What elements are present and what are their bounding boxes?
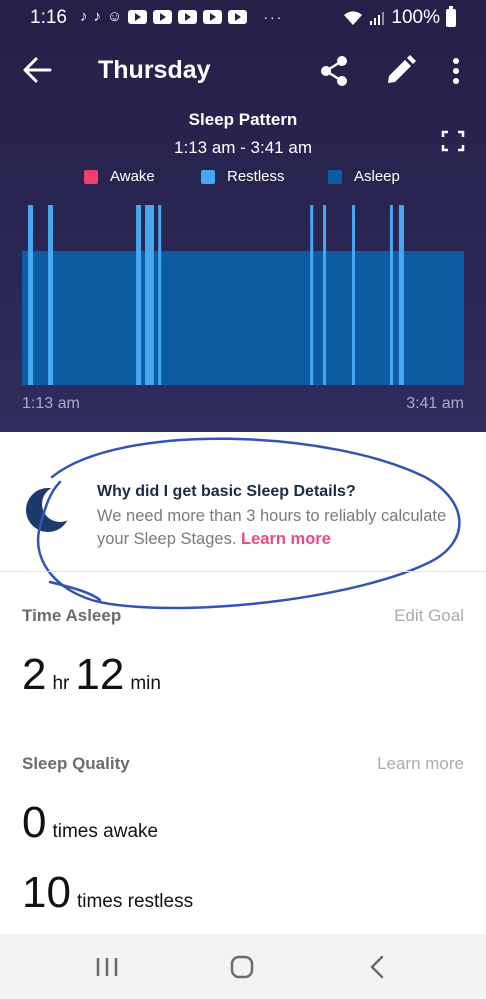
legend-item-restless: Restless <box>201 168 285 185</box>
restless-segment <box>27 205 34 385</box>
awake-label: times awake <box>52 821 159 842</box>
restless-segment <box>323 205 327 385</box>
sleep-quality-label: Sleep Quality <box>22 754 130 773</box>
sleep-header-panel: 1:16 ♪ ♪ ☺ ··· 100% Thursday Sleep Patte… <box>0 0 486 432</box>
notice-heading: Why did I get basic Sleep Details? <box>97 483 356 500</box>
restless-segment <box>158 205 162 385</box>
tiktok-icon: ♪ <box>80 8 88 25</box>
system-nav-bar <box>0 934 486 999</box>
fullscreen-icon[interactable] <box>441 130 465 152</box>
minutes-value: 12 <box>75 650 125 699</box>
sleep-quality-learn-more-link[interactable]: Learn more <box>377 754 464 774</box>
restless-segment <box>136 205 142 385</box>
signal-icon <box>370 12 385 25</box>
time-asleep-label: Time Asleep <box>22 606 122 625</box>
legend-item-awake: Awake <box>84 168 155 185</box>
home-icon[interactable] <box>225 952 259 982</box>
legend-label: Restless <box>227 168 285 185</box>
app-bar: Thursday <box>0 45 486 97</box>
hours-unit: hr <box>52 673 70 694</box>
youtube-icon <box>203 9 223 24</box>
chart-title: Sleep Pattern <box>188 110 298 129</box>
more-notifications-icon: ··· <box>263 8 284 25</box>
tiktok-icon: ♪ <box>93 8 102 25</box>
times-restless-row: 10 times restless <box>22 868 199 918</box>
restless-segment <box>310 205 314 385</box>
back-icon[interactable] <box>362 952 396 982</box>
minutes-unit: min <box>130 673 161 694</box>
status-right: 100% <box>343 6 456 29</box>
chart-time-range: 1:13 am - 3:41 am <box>174 138 312 157</box>
asleep-band <box>22 251 464 385</box>
divider <box>0 571 486 572</box>
arrow-back-icon[interactable] <box>20 55 54 85</box>
restless-count: 10 <box>22 868 71 917</box>
legend-item-asleep: Asleep <box>328 168 400 185</box>
notice-learn-more-link[interactable]: Learn more <box>241 530 331 548</box>
awake-count: 0 <box>22 798 47 847</box>
chart-legend: Awake Restless Asleep <box>0 168 486 188</box>
legend-label: Asleep <box>354 168 400 185</box>
pencil-icon[interactable] <box>384 55 416 87</box>
restless-segment <box>145 205 155 385</box>
hours-value: 2 <box>22 650 47 699</box>
basic-sleep-details-notice: Why did I get basic Sleep Details? We ne… <box>0 432 486 572</box>
time-asleep-value: 2 hr 12 min <box>22 650 167 700</box>
x-axis-end-label: 3:41 am <box>406 395 464 412</box>
recent-apps-icon[interactable] <box>90 952 124 982</box>
times-awake-row: 0 times awake <box>22 798 164 848</box>
sleep-pattern-chart[interactable] <box>22 205 464 385</box>
more-vert-icon[interactable] <box>446 55 466 87</box>
legend-swatch <box>201 169 215 184</box>
moon-icon <box>26 486 74 532</box>
x-axis-start-label: 1:13 am <box>22 395 80 412</box>
share-icon[interactable] <box>318 55 350 87</box>
notice-body: We need more than 3 hours to reliably ca… <box>97 505 457 551</box>
youtube-icon <box>128 9 148 24</box>
youtube-icon <box>153 9 173 24</box>
battery-percent: 100% <box>391 7 440 28</box>
notification-icons: ♪ ♪ ☺ ··· <box>80 8 283 25</box>
restless-segment <box>352 205 355 385</box>
legend-swatch <box>328 169 342 184</box>
legend-swatch <box>84 169 98 184</box>
waze-icon: ☺ <box>107 8 123 25</box>
youtube-icon <box>228 9 248 24</box>
status-bar: 1:16 ♪ ♪ ☺ ··· 100% <box>0 0 486 36</box>
wifi-icon <box>344 11 363 25</box>
battery-icon <box>446 6 456 27</box>
restless-segment <box>389 205 393 385</box>
page-title: Thursday <box>98 56 211 84</box>
status-time: 1:16 <box>30 7 67 28</box>
restless-segment <box>47 205 54 385</box>
restless-segment <box>398 205 404 385</box>
restless-label: times restless <box>76 891 194 912</box>
youtube-icon <box>178 9 198 24</box>
legend-label: Awake <box>110 168 155 185</box>
edit-goal-button[interactable]: Edit Goal <box>394 606 464 626</box>
